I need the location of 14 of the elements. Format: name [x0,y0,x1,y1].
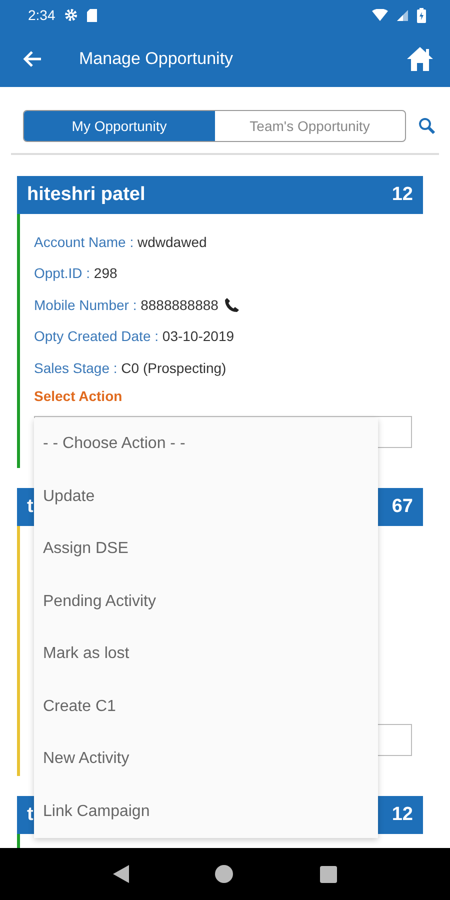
customer-name: t [27,496,34,518]
screen-title: Manage Opportunity [79,48,234,68]
customer-name: hiteshri patel [27,184,146,206]
count: 67 [392,496,413,518]
field-text: Mobile Number : 8888888888 [34,296,218,313]
field-text: Account Name : wdwdawed [34,234,207,250]
status-time: 2:34 [28,7,56,23]
count: 12 [392,804,413,826]
field-text: Opty Created Date : 03-10-2019 [34,328,234,344]
field-text: Oppt.ID : 298 [34,265,118,282]
customer-name: t [27,804,34,826]
count: 12 [392,184,413,206]
field-text: Sales Stage : C0 (Prospecting) [34,360,226,376]
section-label: Select Action [34,388,124,404]
